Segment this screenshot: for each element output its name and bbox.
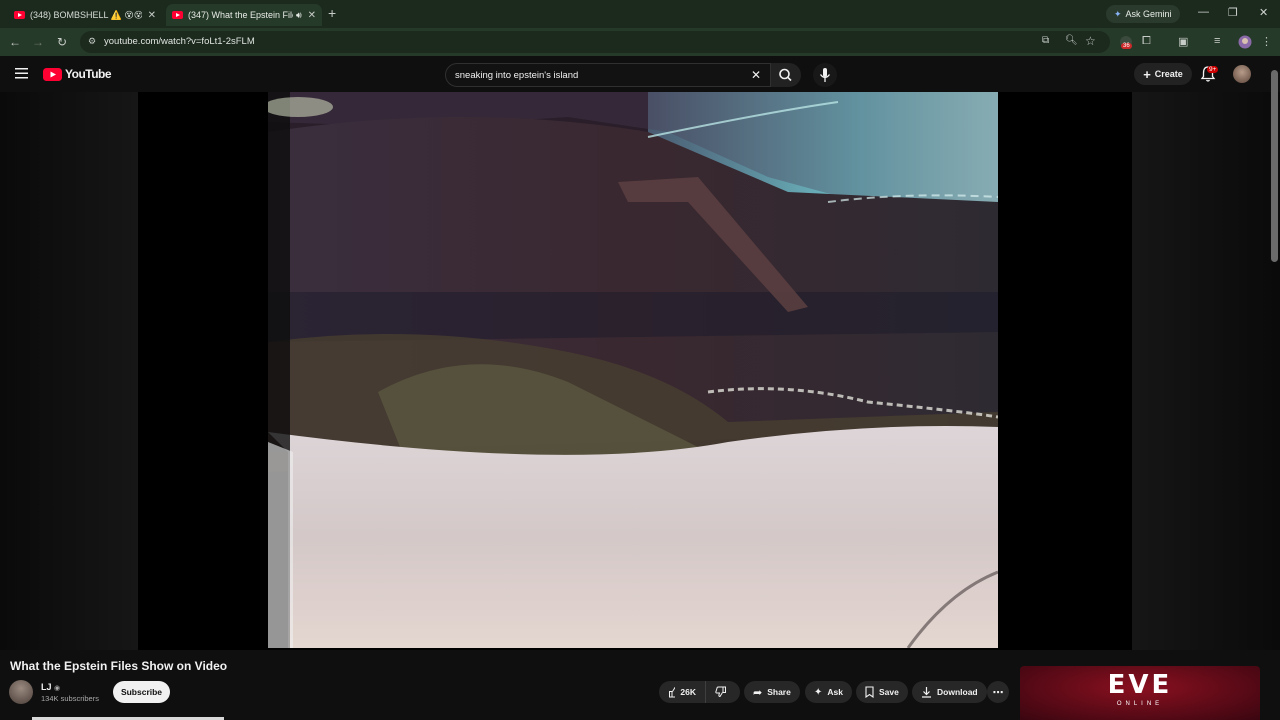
bookmark-star-icon[interactable]: ☆ (1085, 34, 1096, 48)
search-button[interactable] (771, 63, 801, 87)
profile-avatar-icon[interactable] (1238, 35, 1252, 49)
ask-gemini-label: Ask Gemini (1125, 9, 1172, 19)
ambient-left (0, 92, 138, 650)
install-app-icon[interactable]: ⧉ (1042, 35, 1049, 46)
clear-search-icon[interactable]: ✕ (751, 68, 761, 82)
search-input[interactable]: sneaking into epstein's island ✕ (445, 63, 771, 87)
restore-icon[interactable]: ❐ (1228, 6, 1238, 19)
extensions-puzzle-icon[interactable]: ⧠ (1142, 35, 1156, 49)
channel-avatar[interactable] (9, 680, 33, 704)
ad-tagline: ONLINE (1116, 701, 1164, 707)
channel-name-text: LJ (41, 682, 52, 692)
channel-name[interactable]: LJ ◉ (41, 682, 60, 692)
side-panel-icon[interactable]: ▣ (1178, 35, 1192, 49)
like-button[interactable]: 26K (659, 681, 705, 703)
youtube-logo-text: YouTube (65, 67, 112, 81)
save-label: Save (879, 687, 899, 697)
youtube-logo[interactable]: YouTube (43, 67, 112, 81)
reload-icon[interactable]: ↻ (55, 35, 69, 49)
search-icon (779, 68, 792, 82)
youtube-favicon-icon (14, 11, 25, 19)
tab-strip: (348) BOMBSHELL ⚠️ 😵😵 E ✕ (347) What the… (0, 0, 1280, 28)
download-button[interactable]: Download (912, 681, 987, 703)
video-frame-image (268, 92, 998, 648)
eve-online-ad[interactable]: EVE ONLINE (1020, 666, 1260, 720)
url-text: youtube.com/watch?v=foLt1-2sFLM (104, 36, 255, 47)
gemini-sparkle-icon: ✦ (1114, 8, 1122, 19)
ask-gemini-button[interactable]: ✦ Ask Gemini (1106, 5, 1180, 23)
more-icon: ⋯ (992, 686, 1004, 699)
page-scrollbar[interactable] (1271, 70, 1278, 262)
back-icon[interactable]: ← (8, 35, 22, 49)
close-tab-icon[interactable]: ✕ (148, 10, 156, 21)
more-actions-button[interactable]: ⋯ (987, 681, 1009, 703)
close-window-icon[interactable]: ✕ (1259, 6, 1268, 19)
extension-badge: 36 (1121, 43, 1132, 49)
verified-icon: ◉ (54, 685, 61, 692)
video-frame (268, 92, 998, 648)
thumbs-up-icon (669, 686, 676, 698)
tab-title: (347) What the Epstein File (188, 10, 293, 20)
account-avatar[interactable] (1233, 65, 1251, 83)
tab-bombshell[interactable]: (348) BOMBSHELL ⚠️ 😵😵 E ✕ (8, 4, 162, 26)
zoom-icon[interactable]: 🔍︎ (1065, 35, 1078, 46)
youtube-header: YouTube sneaking into epstein's island ✕… (0, 56, 1280, 92)
youtube-favicon-icon (172, 11, 183, 19)
address-bar[interactable]: ⚙ youtube.com/watch?v=foLt1-2sFLM ⧉ 🔍︎ ☆ (80, 31, 1110, 53)
bookmark-icon (865, 686, 874, 698)
tab-epstein-files[interactable]: (347) What the Epstein File 🔊︎ ✕ (166, 4, 322, 26)
subscriber-count: 134K subscribers (41, 694, 99, 703)
plus-icon: + (1143, 66, 1151, 82)
video-title: What the Epstein Files Show on Video (10, 659, 228, 673)
download-icon (922, 687, 931, 698)
ask-button[interactable]: ✦ Ask (805, 681, 852, 703)
ask-label: Ask (827, 687, 843, 697)
subscribe-button[interactable]: Subscribe (113, 681, 170, 703)
browser-toolbar: ← → ↻ ⚙ youtube.com/watch?v=foLt1-2sFLM … (0, 28, 1280, 56)
download-label: Download (937, 687, 978, 697)
minimize-icon[interactable]: — (1198, 6, 1209, 18)
site-info-icon[interactable]: ⚙ (88, 36, 96, 47)
thumbs-down-icon (715, 686, 726, 698)
forward-icon[interactable]: → (31, 35, 45, 49)
create-button[interactable]: + Create (1134, 63, 1192, 85)
like-count: 26K (680, 687, 696, 697)
new-tab-icon[interactable]: + (328, 5, 336, 21)
microphone-icon (819, 68, 831, 82)
share-button[interactable]: ➦ Share (744, 681, 800, 703)
extension-icon[interactable]: 36 (1119, 35, 1133, 49)
youtube-logo-icon (43, 67, 62, 81)
video-player[interactable] (138, 92, 1132, 650)
notification-badge: 9+ (1207, 66, 1219, 73)
sparkle-icon: ✦ (814, 686, 823, 698)
speaker-icon[interactable]: 🔊︎ (296, 10, 302, 21)
share-icon: ➦ (753, 686, 763, 699)
media-control-icon[interactable]: ≡ (1214, 35, 1228, 49)
ad-logo: EVE (1107, 670, 1173, 700)
browser-menu-icon[interactable]: ⋮ (1261, 35, 1275, 49)
dislike-button[interactable] (705, 681, 740, 703)
ambient-right (1132, 92, 1280, 650)
save-button[interactable]: Save (856, 681, 908, 703)
close-tab-icon[interactable]: ✕ (308, 10, 316, 21)
share-label: Share (767, 687, 791, 697)
create-label: Create (1154, 69, 1183, 79)
tab-title: (348) BOMBSHELL ⚠️ 😵😵 E (30, 9, 142, 20)
search-query: sneaking into epstein's island (455, 70, 579, 81)
hamburger-menu-icon[interactable] (15, 68, 28, 79)
voice-search-button[interactable] (813, 63, 837, 87)
